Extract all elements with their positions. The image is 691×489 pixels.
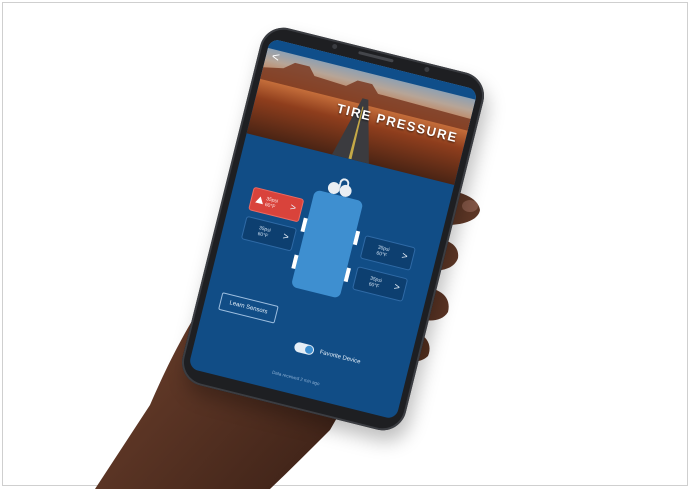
favorite-toggle[interactable]	[293, 341, 316, 356]
tire-card-front-left[interactable]: 35psi 60°F >	[248, 186, 305, 223]
favorite-device-label: Favorite Device	[319, 349, 361, 366]
chevron-right-icon: >	[392, 281, 401, 294]
learn-sensors-button[interactable]: Learn Sensors	[218, 292, 279, 324]
tire-card-rear-left[interactable]: 35psi 60°F >	[240, 215, 298, 252]
tire-reading: 35psi 60°F	[367, 275, 383, 290]
front-camera	[331, 43, 338, 50]
tire-card-rear-right[interactable]: 35psi 60°F >	[351, 266, 409, 302]
tire-reading: 35psi 60°F	[375, 244, 391, 259]
chevron-right-icon: >	[400, 250, 409, 263]
chevron-right-icon: >	[288, 202, 298, 215]
tire-card-front-right[interactable]: 35psi 60°F >	[359, 235, 416, 271]
sensor-dot	[423, 66, 430, 73]
toggle-knob	[304, 344, 314, 355]
tire-reading: 35psi 60°F	[264, 196, 279, 211]
chevron-right-icon: >	[281, 231, 290, 244]
warning-icon	[255, 195, 265, 205]
tire-reading: 35psi 60°F	[256, 225, 272, 240]
